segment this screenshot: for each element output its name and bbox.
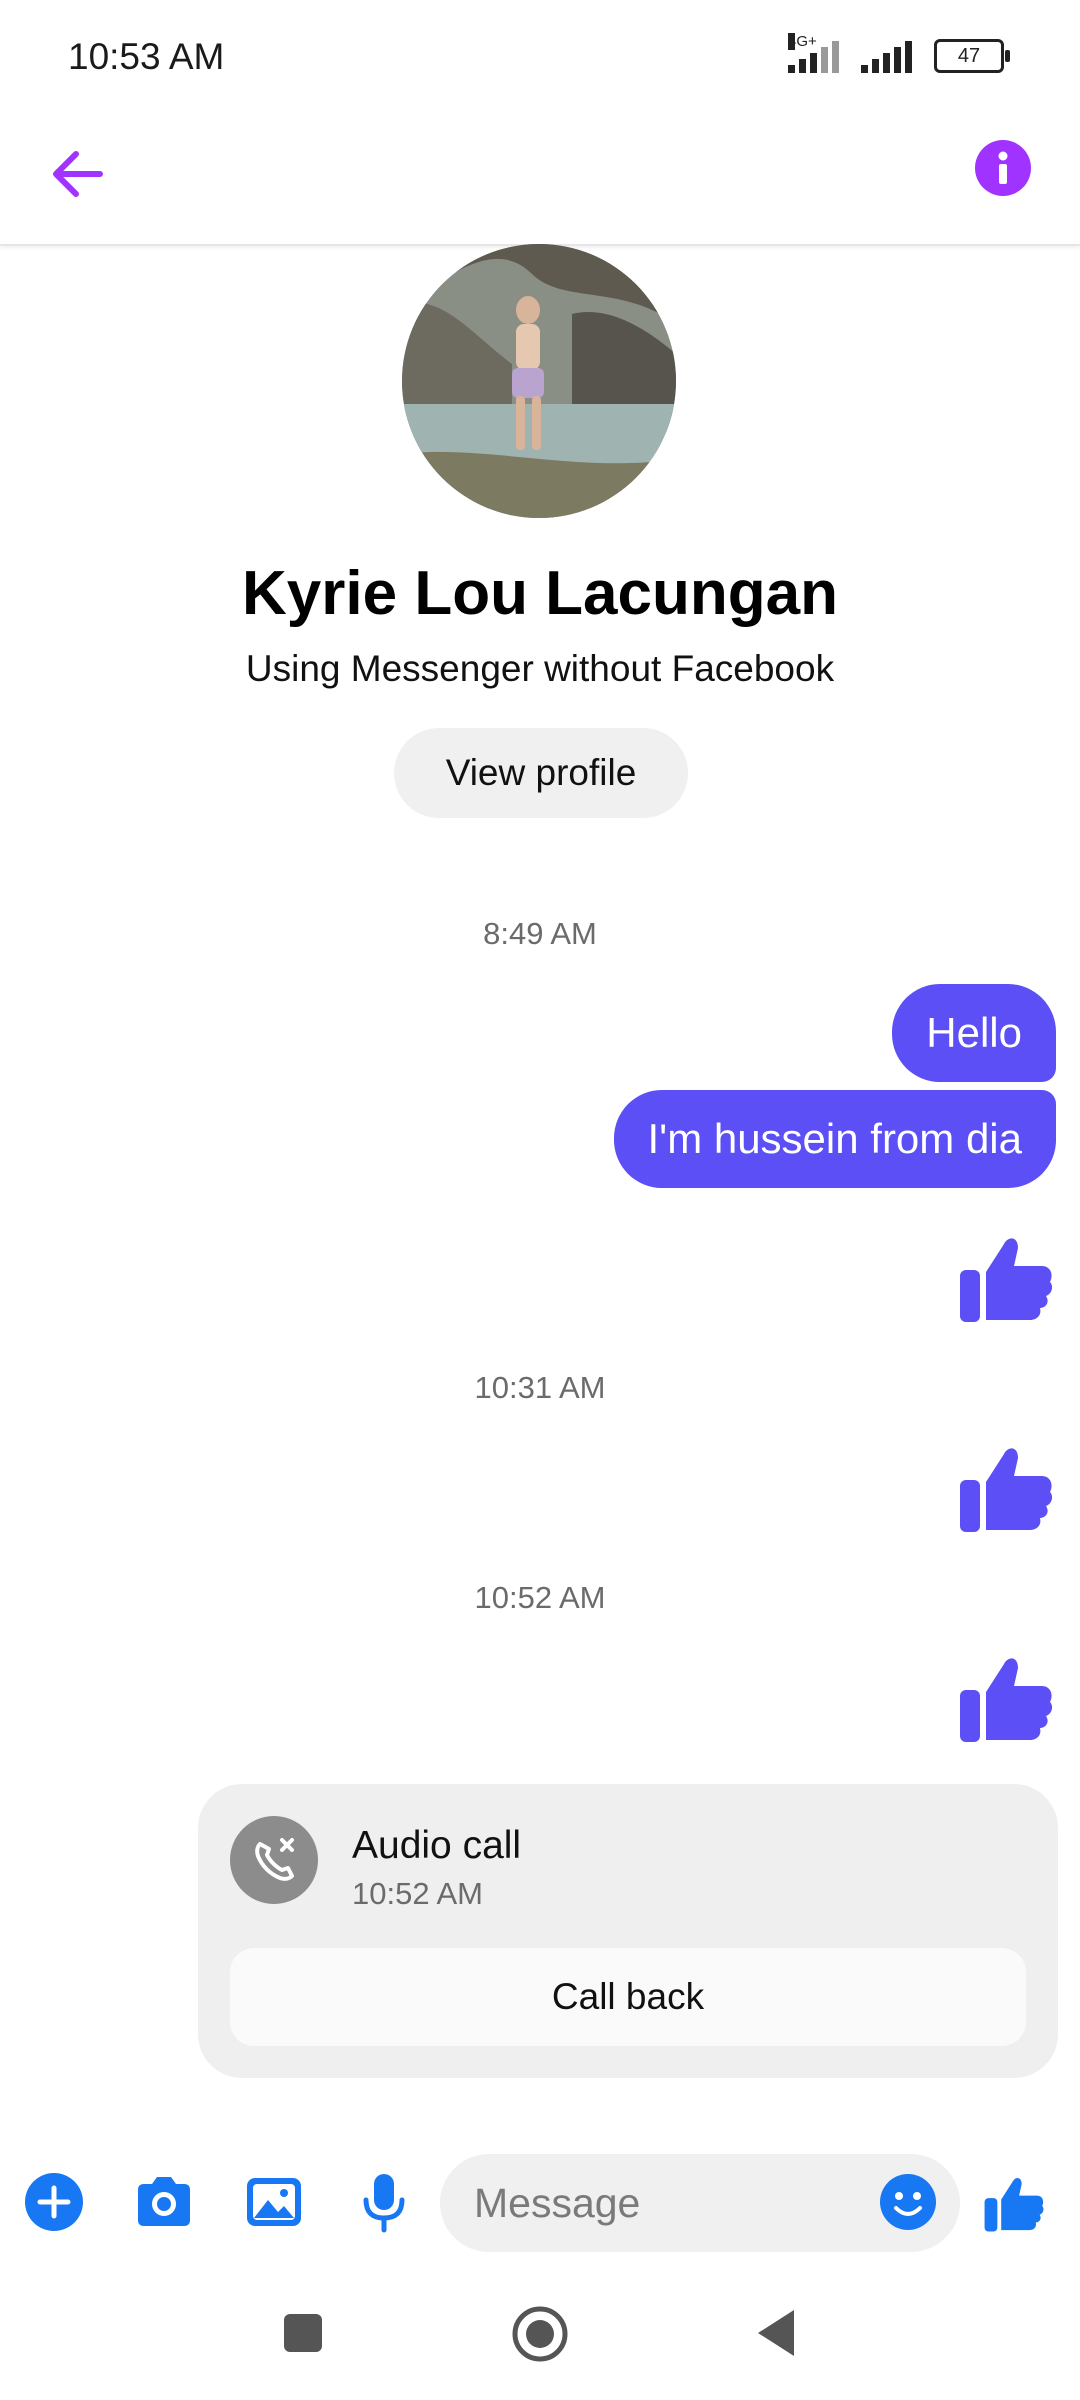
info-icon[interactable] <box>975 140 1031 196</box>
status-time: 10:53 AM <box>68 36 225 77</box>
arrow-left-icon[interactable] <box>42 138 114 210</box>
battery-level: 47 <box>957 45 981 67</box>
audio-call-card: Audio call 10:52 AM Call back <box>198 1784 1058 2078</box>
call-back-button[interactable]: Call back <box>230 1948 1026 2046</box>
message-bubble[interactable]: I'm hussein from dia <box>613 1090 1056 1188</box>
recents-icon[interactable] <box>282 2312 324 2354</box>
call-title: Audio call <box>352 1824 522 1867</box>
thumbs-up-icon[interactable] <box>956 1646 1056 1746</box>
call-time: 10:52 AM <box>352 1876 483 1911</box>
missed-call-icon <box>230 1816 318 1904</box>
message-timestamp: 10:52 AM <box>474 1580 606 1615</box>
mobile-signal-icon <box>861 39 912 73</box>
message-timestamp: 10:31 AM <box>474 1370 606 1405</box>
network-type: 4G+ <box>788 33 817 50</box>
profile-subtitle: Using Messenger without Facebook <box>245 648 835 689</box>
profile-avatar[interactable] <box>402 244 676 518</box>
message-composer <box>0 2150 1080 2260</box>
status-bar: 10:53 AM 4G+ 47 <box>0 0 1080 110</box>
emoji-icon[interactable] <box>876 2170 940 2234</box>
plus-icon[interactable] <box>22 2170 86 2234</box>
thumbs-up-icon[interactable] <box>956 1226 1056 1326</box>
home-icon[interactable] <box>510 2304 570 2364</box>
view-profile-button[interactable]: View profile <box>394 728 688 818</box>
profile-name: Kyrie Lou Lacungan <box>242 559 838 628</box>
status-icons: 4G+ 47 <box>788 33 1010 76</box>
thumbs-up-icon[interactable] <box>982 2170 1046 2234</box>
mobile-signal-4g-icon: 4G+ <box>788 33 839 73</box>
message-bubble[interactable]: Hello <box>892 984 1056 1082</box>
navigation-bar <box>0 2280 1080 2400</box>
microphone-icon[interactable] <box>352 2170 416 2234</box>
thumbs-up-icon[interactable] <box>956 1436 1056 1536</box>
message-timestamp: 8:49 AM <box>483 916 597 951</box>
camera-icon[interactable] <box>132 2170 196 2234</box>
conversation-header <box>0 110 1080 246</box>
back-icon[interactable] <box>756 2308 796 2358</box>
gallery-icon[interactable] <box>242 2170 306 2234</box>
battery-icon: 47 <box>934 39 1010 73</box>
